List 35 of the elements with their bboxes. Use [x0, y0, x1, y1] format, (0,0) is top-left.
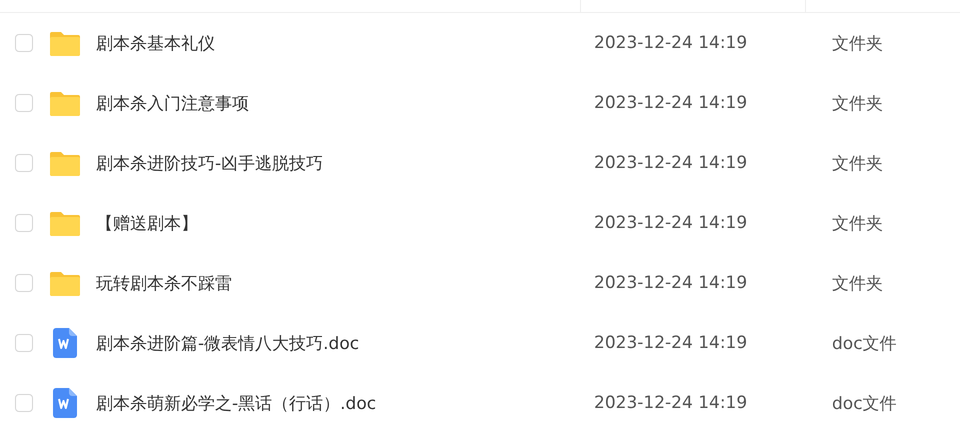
checkbox[interactable] — [15, 94, 33, 112]
folder-icon — [50, 150, 80, 176]
file-name[interactable]: 剧本杀基本礼仪 — [96, 34, 215, 54]
document-icon — [53, 388, 77, 418]
file-name[interactable]: 剧本杀进阶篇-微表情八大技巧.doc — [96, 334, 360, 354]
checkbox[interactable] — [15, 154, 33, 172]
folder-icon — [50, 270, 80, 296]
file-type: doc文件 — [832, 334, 897, 354]
file-type: doc文件 — [832, 394, 897, 414]
modified-date: 2023-12-24 14:19 — [594, 93, 748, 113]
file-type: 文件夹 — [832, 94, 883, 114]
folder-icon — [50, 30, 80, 56]
file-type: 文件夹 — [832, 274, 883, 294]
checkbox[interactable] — [15, 394, 33, 412]
modified-date: 2023-12-24 14:19 — [594, 33, 748, 53]
file-name[interactable]: 剧本杀入门注意事项 — [96, 94, 249, 114]
file-type: 文件夹 — [832, 34, 883, 54]
modified-date: 2023-12-24 14:19 — [594, 333, 748, 353]
checkbox[interactable] — [15, 274, 33, 292]
file-name[interactable]: 剧本杀萌新必学之-黑话（行话）.doc — [96, 394, 376, 414]
file-name[interactable]: 【赠送剧本】 — [96, 214, 198, 234]
checkbox[interactable] — [15, 334, 33, 352]
file-name[interactable]: 剧本杀进阶技巧-凶手逃脱技巧 — [96, 154, 324, 174]
file-type: 文件夹 — [832, 214, 883, 234]
folder-icon — [50, 90, 80, 116]
folder-icon — [50, 210, 80, 236]
modified-date: 2023-12-24 14:19 — [594, 393, 748, 413]
file-type: 文件夹 — [832, 154, 883, 174]
modified-date: 2023-12-24 14:19 — [594, 273, 748, 293]
checkbox[interactable] — [15, 214, 33, 232]
modified-date: 2023-12-24 14:19 — [594, 213, 748, 233]
file-name[interactable]: 玩转剧本杀不踩雷 — [96, 274, 232, 294]
checkbox[interactable] — [15, 34, 33, 52]
document-icon — [53, 328, 77, 358]
modified-date: 2023-12-24 14:19 — [594, 153, 748, 173]
